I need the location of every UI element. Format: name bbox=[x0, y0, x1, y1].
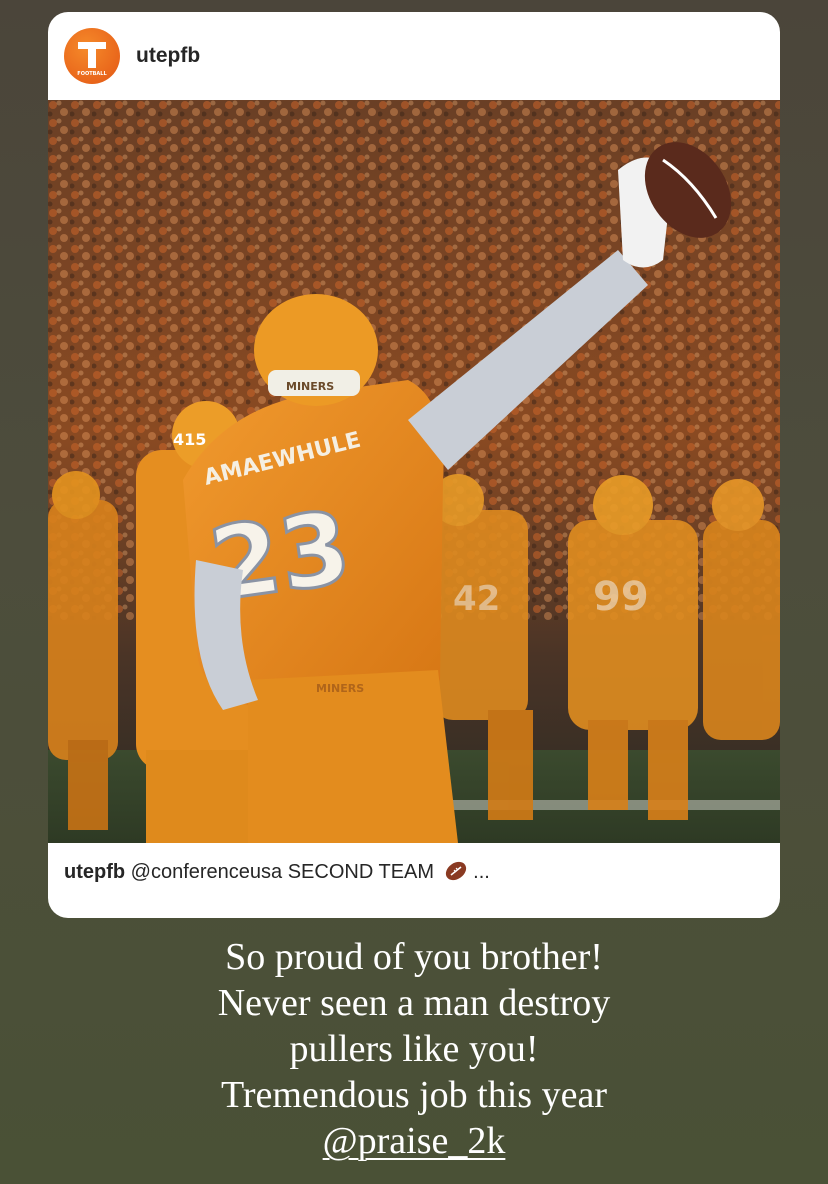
post-image[interactable]: 42 99 415 MINERS MINERS AMAEWHULE 23 bbox=[48, 100, 780, 843]
shared-post-card[interactable]: FOOTBALL utepfb 42 99 415 MINERS MINERS … bbox=[48, 12, 780, 918]
svg-text:MINERS: MINERS bbox=[286, 380, 334, 393]
utep-football-logo-icon: FOOTBALL bbox=[77, 42, 107, 77]
avatar[interactable]: FOOTBALL bbox=[64, 28, 120, 84]
post-header: FOOTBALL utepfb bbox=[48, 12, 780, 100]
mention-link[interactable]: @praise_2k bbox=[323, 1120, 506, 1162]
caption-text: @conferenceusa SECOND TEAM bbox=[130, 861, 435, 883]
svg-text:42: 42 bbox=[453, 579, 500, 619]
story-line-2: Never seen a man destroy bbox=[217, 982, 611, 1024]
svg-text:MINERS: MINERS bbox=[316, 682, 364, 695]
svg-text:99: 99 bbox=[593, 574, 649, 620]
story-line-1: So proud of you brother! bbox=[225, 936, 603, 978]
avatar-logo-text: FOOTBALL bbox=[77, 71, 107, 77]
story-line-4: Tremendous job this year bbox=[221, 1074, 607, 1116]
american-football-emoji-icon bbox=[444, 860, 468, 888]
story-caption: So proud of you brother! Never seen a ma… bbox=[0, 934, 828, 1164]
football-player-celebration-photo: 42 99 415 MINERS MINERS AMAEWHULE 23 bbox=[48, 100, 780, 843]
caption-username[interactable]: utepfb bbox=[64, 861, 125, 883]
story-line-3: pullers like you! bbox=[289, 1028, 539, 1070]
post-username[interactable]: utepfb bbox=[136, 44, 200, 68]
caption-ellipsis: ... bbox=[473, 861, 490, 883]
post-caption[interactable]: utepfb @conferenceusa SECOND TEAM ... bbox=[64, 860, 764, 888]
svg-text:415: 415 bbox=[173, 430, 206, 449]
